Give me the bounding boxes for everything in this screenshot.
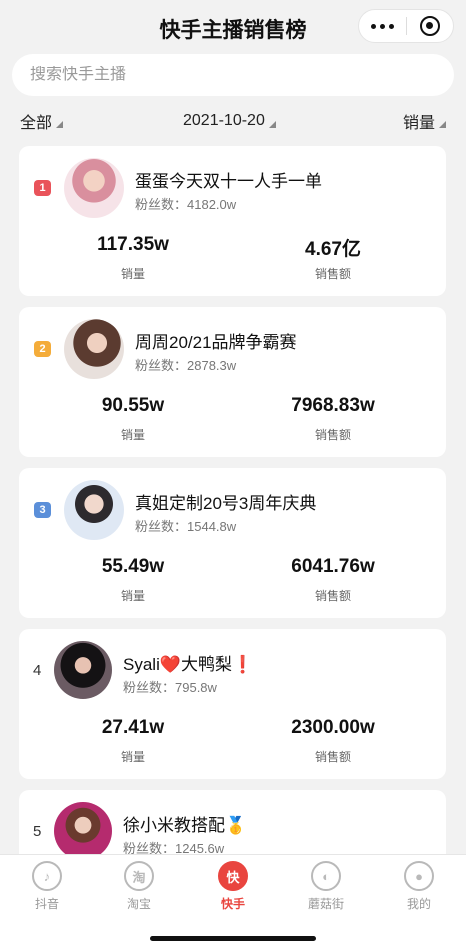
fans-count: 粉丝数：2878.3w	[135, 358, 237, 373]
close-mini-program-icon[interactable]	[407, 16, 453, 36]
streamer-name: 真姐定制20号3周年庆典	[135, 494, 317, 513]
fans-count: 粉丝数：4182.0w	[135, 197, 237, 212]
avatar[interactable]	[64, 480, 124, 540]
taobao-icon: 淘	[124, 861, 154, 891]
fans-count: 粉丝数：795.8w	[123, 680, 217, 695]
header-bar: 快手主播销售榜	[0, 0, 466, 52]
rank-number: 4	[33, 662, 42, 679]
revenue-value: 7968.83w	[291, 395, 375, 416]
rank-badge: 3	[34, 502, 51, 518]
tab-profile[interactable]: ● 我的	[389, 861, 449, 912]
sales-label: 销量	[120, 267, 145, 281]
search-box[interactable]	[12, 54, 454, 96]
revenue-value: 4.67亿	[305, 239, 361, 260]
avatar[interactable]	[54, 641, 112, 699]
fans-count: 粉丝数：1544.8w	[135, 519, 237, 534]
filter-sort[interactable]: 销量	[403, 110, 446, 132]
tab-mogujie[interactable]: ◐ 蘑菇街	[296, 861, 356, 912]
tab-label: 我的	[406, 897, 431, 911]
rank-number: 5	[33, 823, 42, 840]
avatar[interactable]	[54, 802, 112, 860]
streamer-name: 周周20/21品牌争霸赛	[135, 333, 297, 352]
tab-label: 淘宝	[126, 897, 151, 911]
sales-value: 27.41w	[101, 717, 165, 738]
tab-taobao[interactable]: 淘 淘宝	[109, 861, 169, 912]
ranking-card[interactable]: 2 周周20/21品牌争霸赛 粉丝数：2878.3w 90.55w 销量 796…	[19, 307, 446, 457]
sales-label: 销量	[120, 589, 145, 603]
rank-badge: 2	[34, 341, 51, 357]
rank-badge: 1	[34, 180, 51, 196]
revenue-label: 销售额	[314, 750, 351, 764]
avatar[interactable]	[64, 158, 124, 218]
filter-sort-label: 销量	[402, 115, 435, 132]
profile-icon: ●	[404, 861, 434, 891]
revenue-label: 销售额	[314, 428, 351, 442]
ranking-card[interactable]: 1 蛋蛋今天双十一人手一单 粉丝数：4182.0w 117.35w 销量 4.6…	[19, 146, 446, 296]
ranking-card[interactable]: 4 Syali❤️大鸭梨❗ 粉丝数：795.8w 27.41w 销量 2300.…	[19, 629, 446, 779]
streamer-name: Syali❤️大鸭梨❗	[123, 655, 254, 674]
sales-label: 销量	[120, 750, 145, 764]
filter-category-label: 全部	[20, 115, 53, 132]
revenue-value: 2300.00w	[291, 717, 375, 738]
filter-date[interactable]: 2021-10-20	[183, 110, 276, 132]
douyin-icon: ♪	[32, 861, 62, 891]
streamer-name: 蛋蛋今天双十一人手一单	[135, 172, 322, 191]
tab-label: 快手	[220, 897, 245, 911]
search-input[interactable]	[30, 66, 454, 84]
sales-label: 销量	[120, 428, 145, 442]
dropdown-triangle-icon	[268, 120, 276, 128]
tab-label: 蘑菇街	[307, 897, 344, 911]
streamer-name: 徐小米教搭配🥇	[123, 816, 247, 835]
mogujie-icon: ◐	[311, 861, 341, 891]
sales-value: 90.55w	[101, 395, 165, 416]
ranking-card[interactable]: 3 真姐定制20号3周年庆典 粉丝数：1544.8w 55.49w 销量 604…	[19, 468, 446, 618]
revenue-label: 销售额	[314, 267, 351, 281]
sales-value: 117.35w	[97, 234, 169, 255]
revenue-label: 销售额	[314, 589, 351, 603]
tab-label: 抖音	[34, 897, 59, 911]
avatar[interactable]	[64, 319, 124, 379]
revenue-value: 6041.76w	[291, 556, 375, 577]
filter-date-label: 2021-10-20	[183, 112, 265, 129]
filter-category[interactable]: 全部	[20, 110, 64, 132]
tab-douyin[interactable]: ♪ 抖音	[17, 861, 77, 912]
more-options-icon[interactable]	[359, 23, 406, 29]
home-indicator[interactable]	[150, 936, 316, 941]
mini-program-capsule	[358, 9, 454, 43]
kuaishou-icon: 快	[218, 861, 248, 891]
dropdown-triangle-icon	[439, 120, 446, 128]
dropdown-triangle-icon	[56, 120, 64, 128]
tab-kuaishou[interactable]: 快 快手	[203, 861, 263, 912]
sales-value: 55.49w	[101, 556, 165, 577]
